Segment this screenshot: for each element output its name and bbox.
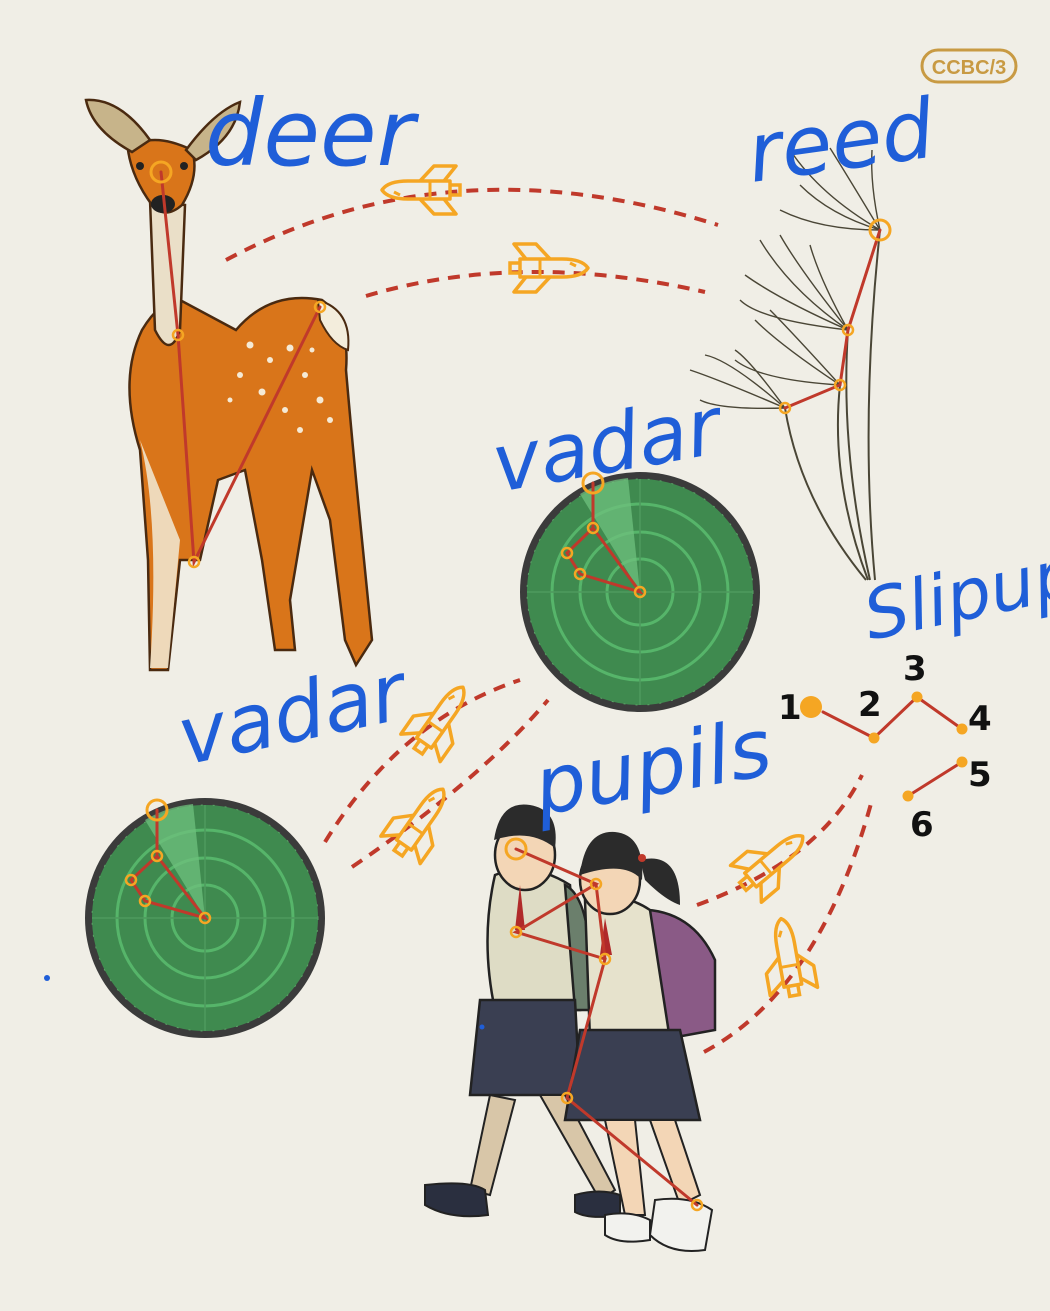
slipup-number-1: 1 (778, 688, 802, 728)
slipup-number-3: 3 (903, 649, 927, 689)
brand-logo: CCBC/3 (920, 48, 1018, 84)
slipup-connector-b (906, 760, 964, 798)
illustration-canvas: CCBC/3 1 2 3 4 5 6 deer reed vadar vadar… (44, 48, 1050, 1252)
label-deer: deer (205, 80, 420, 187)
slipup-number-2: 2 (858, 685, 882, 725)
label-pupils: pupils (526, 701, 778, 834)
label-slipup: Slipup (856, 531, 1050, 656)
space-shuttle-icon (755, 912, 820, 1002)
slipup-number-5: 5 (968, 755, 992, 795)
slipup-dots (800, 691, 968, 802)
stray-dot (44, 975, 50, 981)
slipup-number-6: 6 (910, 805, 934, 845)
stray-dot (479, 1024, 485, 1030)
space-shuttle-icon (508, 242, 590, 294)
label-radar-left: vadar (170, 644, 418, 784)
slipup-numbers: 1 2 3 4 5 6 (778, 649, 992, 845)
logo-text: CCBC/3 (932, 57, 1006, 79)
space-shuttle-icon (725, 816, 820, 907)
slipup-number-4: 4 (968, 699, 992, 739)
slipup-connector-a (821, 695, 964, 740)
student-girl (563, 831, 717, 1252)
arc-deer-reed-upper (225, 187, 719, 262)
space-shuttle-icon (376, 773, 465, 869)
label-reed: reed (742, 82, 941, 202)
